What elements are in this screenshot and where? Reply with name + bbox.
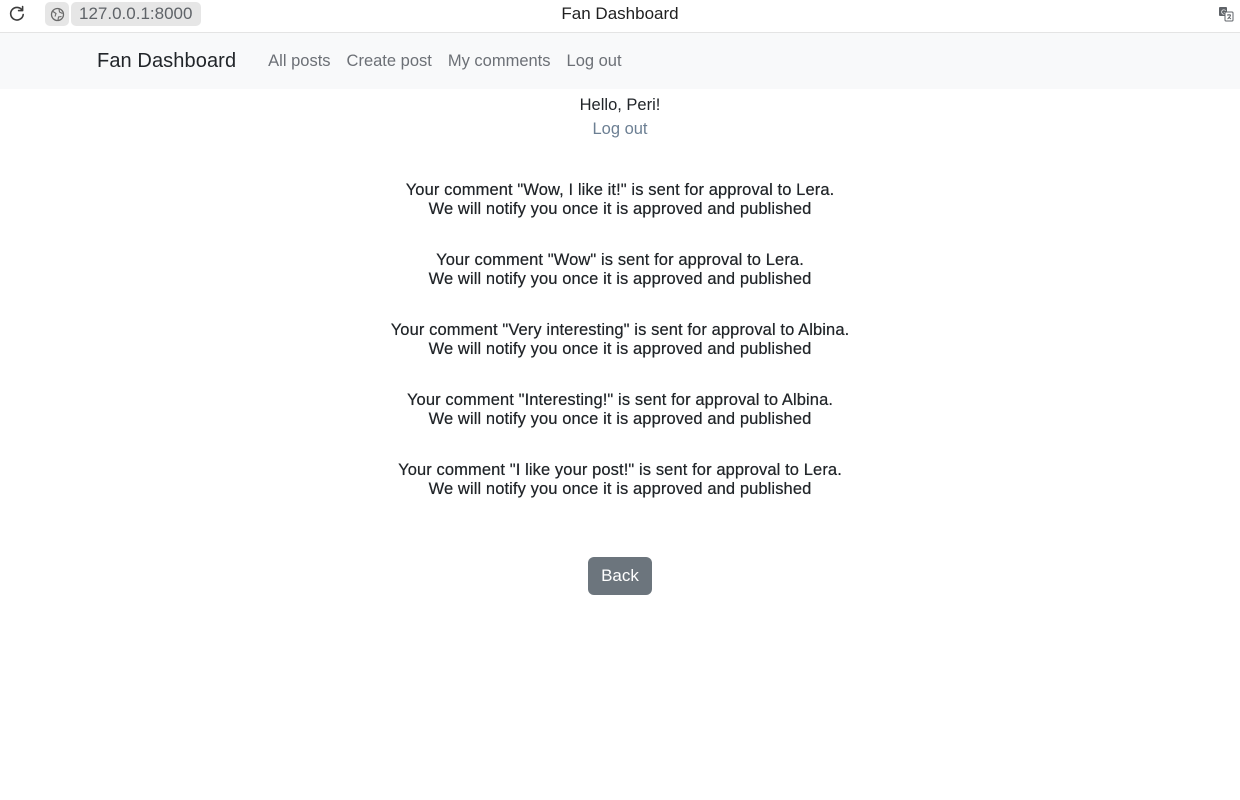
message-line: Your comment "Wow, I like it!" is sent f… <box>405 181 835 199</box>
browser-toolbar: 127.0.0.1:8000 Fan Dashboard G <box>0 0 1240 33</box>
navbar: Fan Dashboard All posts Create post My c… <box>0 33 1240 89</box>
reload-icon[interactable] <box>7 4 27 24</box>
list-item: Your comment "Very interesting" is sent … <box>0 321 1240 359</box>
message-line: Your comment "I like your post!" is sent… <box>398 461 842 479</box>
translate-icon[interactable]: G <box>1218 6 1234 22</box>
nav-link-my-comments[interactable]: My comments <box>440 52 559 71</box>
main-content: Hello, Peri! Log out Your comment "Wow, … <box>0 93 1240 595</box>
list-item: Your comment "Interesting!" is sent for … <box>0 391 1240 429</box>
greeting-text: Hello, Peri! <box>579 96 661 114</box>
site-info-icon[interactable] <box>45 2 69 26</box>
message-line: Your comment "Wow" is sent for approval … <box>436 251 804 269</box>
logout-link[interactable]: Log out <box>592 117 647 141</box>
message-line: We will notify you once it is approved a… <box>428 270 812 288</box>
message-line: We will notify you once it is approved a… <box>428 410 812 428</box>
nav-link-create-post[interactable]: Create post <box>339 52 440 71</box>
message-list: Your comment "Wow, I like it!" is sent f… <box>0 181 1240 499</box>
navbar-brand[interactable]: Fan Dashboard <box>97 50 236 73</box>
message-line: Your comment "Interesting!" is sent for … <box>406 391 834 409</box>
nav-link-all-posts[interactable]: All posts <box>260 52 338 71</box>
message-line: We will notify you once it is approved a… <box>428 200 812 218</box>
nav-link-log-out[interactable]: Log out <box>559 52 630 71</box>
message-line: We will notify you once it is approved a… <box>428 340 812 358</box>
message-line: Your comment "Very interesting" is sent … <box>390 321 850 339</box>
list-item: Your comment "Wow, I like it!" is sent f… <box>0 181 1240 219</box>
url-text[interactable]: 127.0.0.1:8000 <box>71 2 202 26</box>
list-item: Your comment "Wow" is sent for approval … <box>0 251 1240 289</box>
back-button[interactable]: Back <box>588 557 652 595</box>
list-item: Your comment "I like your post!" is sent… <box>0 461 1240 499</box>
message-line: We will notify you once it is approved a… <box>428 480 812 498</box>
address-bar[interactable]: 127.0.0.1:8000 <box>45 2 202 26</box>
